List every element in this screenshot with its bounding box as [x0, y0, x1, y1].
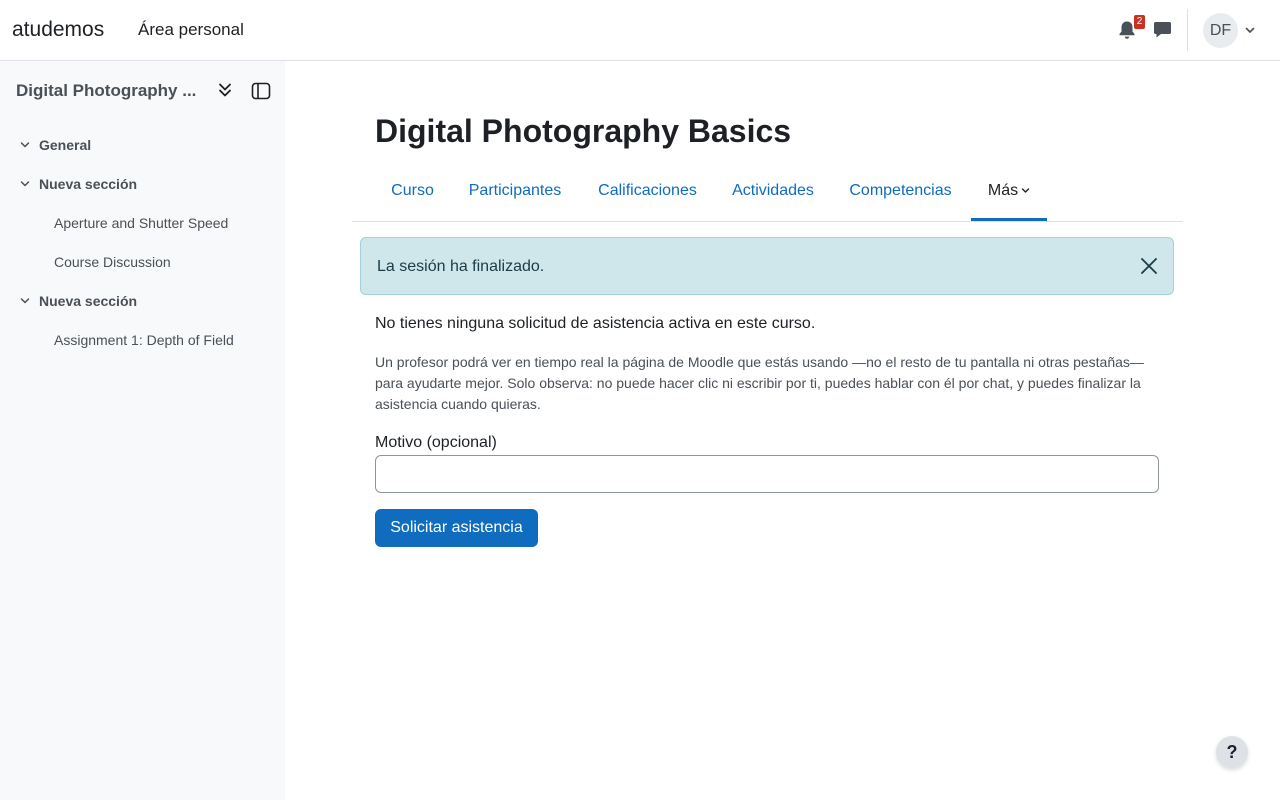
tab-competencias[interactable]: Competencias	[840, 172, 961, 221]
assistance-status-text: No tienes ninguna solicitud de asistenci…	[375, 315, 816, 332]
secondary-navigation: Curso Participantes Calificaciones Activ…	[352, 172, 1183, 222]
chevron-down-icon[interactable]	[1244, 24, 1256, 36]
user-avatar[interactable]: DF	[1203, 13, 1238, 48]
section-label: Nueva sección	[39, 293, 138, 309]
section-nueva-seccion-2[interactable]: Nueva sección	[18, 290, 137, 312]
tab-curso[interactable]: Curso	[375, 172, 450, 221]
reason-input[interactable]	[375, 455, 1159, 493]
section-label: Nueva sección	[39, 176, 138, 192]
session-ended-alert: La sesión ha finalizado.	[360, 237, 1174, 295]
close-drawer-icon[interactable]	[251, 82, 271, 100]
tab-mas[interactable]: Más	[971, 172, 1047, 221]
help-button[interactable]: ?	[1216, 736, 1248, 768]
request-assistance-button[interactable]: Solicitar asistencia	[375, 509, 538, 547]
tab-calificaciones[interactable]: Calificaciones	[589, 172, 706, 221]
navbar-divider	[1187, 9, 1188, 51]
alert-message: La sesión ha finalizado.	[377, 258, 545, 275]
chevron-down-icon	[1021, 188, 1030, 193]
page-title: Digital Photography Basics	[375, 113, 792, 149]
activity-aperture-and-shutter-speed[interactable]: Aperture and Shutter Speed	[54, 213, 228, 233]
assistance-help-text: Un profesor podrá ver en tiempo real la …	[375, 354, 1144, 412]
activity-course-discussion[interactable]: Course Discussion	[54, 252, 171, 272]
section-label: General	[39, 137, 92, 153]
notification-count-badge: 2	[1134, 15, 1145, 29]
tab-actividades[interactable]: Actividades	[724, 172, 822, 221]
chevron-down-icon[interactable]	[18, 177, 32, 191]
close-icon[interactable]	[1140, 257, 1158, 275]
drawer-course-title[interactable]: Digital Photography ...	[16, 80, 202, 102]
nav-link-area-personal[interactable]: Área personal	[138, 20, 244, 40]
section-general[interactable]: General	[18, 134, 91, 156]
chevron-down-icon[interactable]	[18, 294, 32, 308]
site-brand[interactable]: atudemos	[12, 17, 104, 43]
chat-icon[interactable]	[1153, 20, 1172, 39]
tab-participantes[interactable]: Participantes	[459, 172, 571, 221]
reason-label: Motivo (opcional)	[375, 434, 497, 451]
activity-assignment-1-depth-of-field[interactable]: Assignment 1: Depth of Field	[54, 330, 234, 350]
top-navbar: atudemos Área personal 2 DF	[0, 0, 1280, 61]
chevron-down-icon[interactable]	[18, 138, 32, 152]
section-nueva-seccion-1[interactable]: Nueva sección	[18, 173, 137, 195]
collapse-all-icon[interactable]	[216, 81, 234, 99]
tab-mas-label: Más	[987, 182, 1019, 199]
course-index-drawer: Digital Photography ... General Nueva se…	[0, 61, 285, 800]
